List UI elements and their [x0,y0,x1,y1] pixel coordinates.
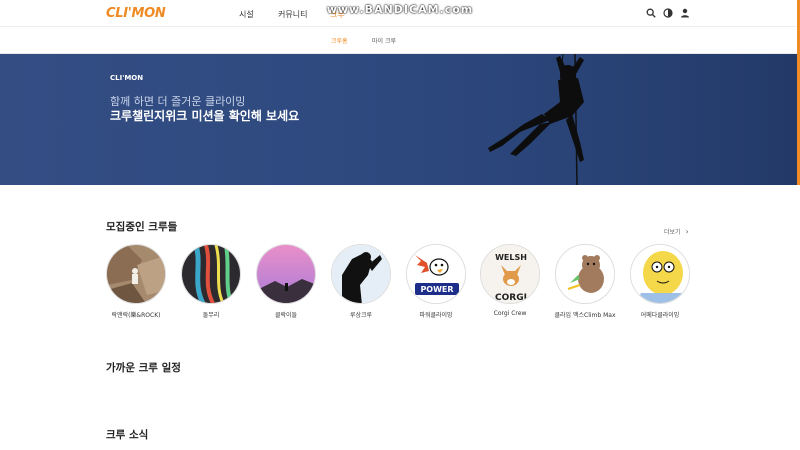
crew-card[interactable]: WELSH CORGI Corgi Crew [475,244,545,317]
svg-text:POWER: POWER [420,285,453,294]
crew-avatar [331,244,391,304]
crew-name: 돌무리 [202,312,220,319]
sub-nav: 크루홈 마이 크루 [0,27,800,54]
page: www.BANDICAM.com CLI'MON 시설 커뮤니티 크루 크루홈 … [0,0,800,450]
tab-crew-home[interactable]: 크루홈 [331,36,348,45]
crew-avatar [555,244,615,304]
crew-name: 루상크루 [349,312,373,319]
crew-name: Corgi Crew [493,310,527,317]
svg-text:WELSH: WELSH [495,253,527,262]
crew-avatar: POWER [406,244,466,304]
tab-my-crew[interactable]: 마이 크루 [372,36,396,45]
crew-avatar [106,244,166,304]
crew-card[interactable]: 루상크루 [326,244,396,319]
watermark: www.BANDICAM.com [326,3,474,16]
crew-card[interactable]: 어메다클라이밍 [625,244,695,319]
hero-brand: CLI'MON [110,74,144,82]
crew-avatar: WELSH CORGI [480,244,540,304]
more-link[interactable]: 더보기 › [664,227,689,236]
schedule-title: 가까운 크루 일정 [106,362,181,374]
hero-title: 크루챌린지위크 미션을 확인해 보세요 [110,109,300,123]
crew-avatar [630,244,690,304]
more-label: 더보기 [664,229,681,236]
crew-name: 파워클라이밍 [419,312,453,319]
crew-list: 락앤락(樂&ROCK) 돌무리 클락이들 루상크루 POWER 파워클라이밍 W… [106,244,691,324]
svg-text:CORGI: CORGI [495,293,527,303]
crew-name: 락앤락(樂&ROCK) [111,312,161,319]
recruiting-title: 모집중인 크루들 [106,221,178,233]
crew-card[interactable]: 클락이들 [251,244,321,319]
crew-card[interactable]: POWER 파워클라이밍 [401,244,471,319]
crew-card[interactable]: 락앤락(樂&ROCK) [101,244,171,319]
news-title: 크루 소식 [106,429,149,441]
climber-silhouette [488,54,584,185]
crew-avatar [256,244,316,304]
crew-name: 어메다클라이밍 [640,312,680,319]
crew-card[interactable]: 클라임 맥스Climb Max [550,244,620,319]
chevron-right-icon: › [685,227,689,236]
crew-name: 클락이들 [274,312,298,319]
hero-banner[interactable]: CLI'MON 함께 하면 더 즐거운 클라이밍 크루챌린지위크 미션을 확인해… [0,54,800,185]
crew-name: 클라임 맥스Climb Max [554,312,616,319]
crew-card[interactable]: 돌무리 [176,244,246,319]
crew-avatar [181,244,241,304]
